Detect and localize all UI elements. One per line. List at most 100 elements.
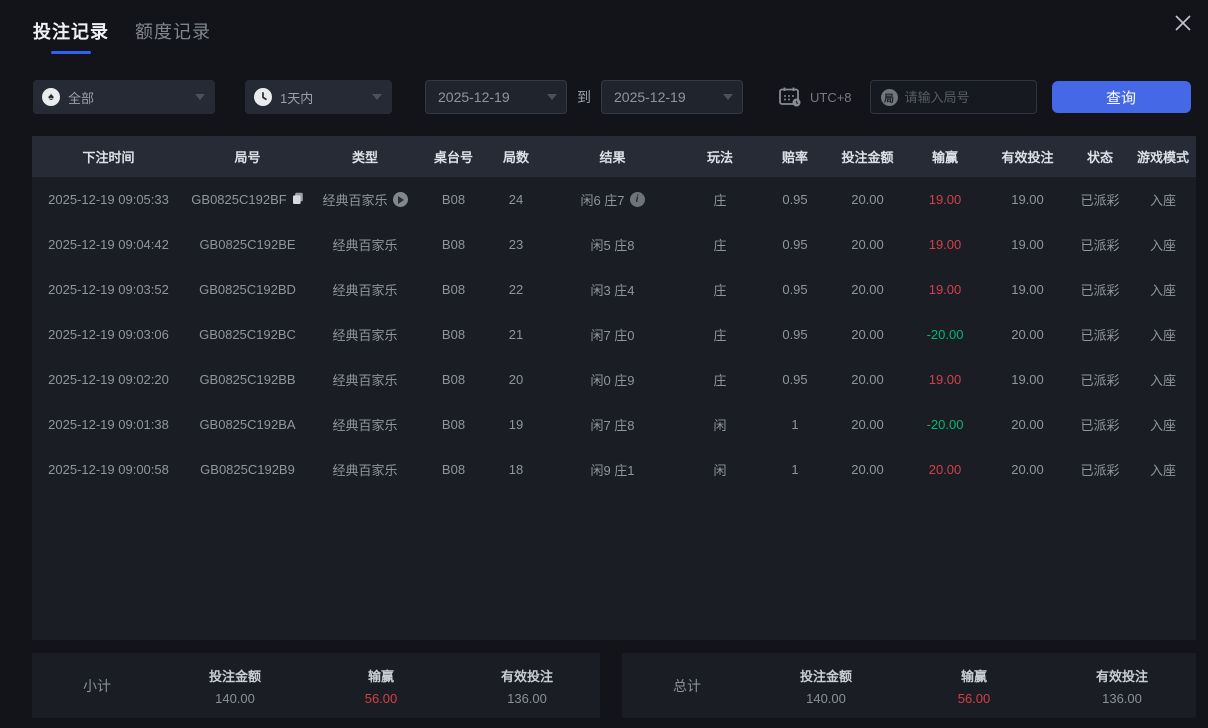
close-icon — [1175, 15, 1191, 31]
close-button[interactable] — [1168, 8, 1198, 43]
tab-bet-records[interactable]: 投注记录 — [33, 18, 109, 54]
chevron-down-icon — [723, 94, 733, 100]
time-range-value: 1天内 — [280, 90, 314, 106]
cell-win-loss: 19.00 — [928, 237, 962, 252]
cell-result: 闲7 庄8 — [545, 402, 680, 447]
cell-round-no: 21 — [508, 327, 524, 342]
round-id-text: GB0825C192BE — [199, 237, 296, 252]
date-from-select[interactable]: 2025-12-19 — [425, 80, 567, 114]
info-icon[interactable]: i — [629, 192, 645, 207]
game-type-text: 经典百家乐 — [332, 238, 398, 253]
column-header: 有效投注 — [1001, 150, 1054, 165]
cell-round-id: GB0825C192BF — [185, 177, 310, 222]
column-header: 输赢 — [931, 150, 958, 165]
cell-valid-bet: 20.00 — [1011, 462, 1044, 477]
cell-valid-bet: 19.00 — [1011, 372, 1044, 387]
cell-win-loss: -20.00 — [926, 327, 964, 342]
game-type-text: 经典百家乐 — [332, 418, 398, 433]
cell-valid-bet: 19.00 — [1011, 192, 1044, 207]
game-type-text: 经典百家乐 — [332, 283, 398, 298]
cell-status: 已派彩 — [1080, 463, 1120, 478]
column-header: 状态 — [1086, 150, 1113, 165]
game-type-text: 经典百家乐 — [322, 193, 388, 208]
stat-value: 56.00 — [957, 690, 991, 706]
stat-label: 输赢 — [367, 668, 394, 684]
stat-label: 投注金额 — [208, 668, 261, 684]
table-row: 2025-12-19 09:03:52 GB0825C192BD 经典百家乐 B… — [32, 267, 1196, 312]
column-header: 游戏模式 — [1136, 150, 1189, 165]
stat-label: 投注金额 — [799, 668, 852, 684]
table-header-row: 下注时间 局号 类型 桌台号 局数 结果 玩法 赔率 投注金额 输赢 有效投注 状态 游戏模式 — [32, 136, 1196, 177]
result-text: 闲6 庄7 — [580, 193, 625, 208]
cell-round-no: 20 — [508, 372, 524, 387]
spade-icon: ♠ — [42, 88, 60, 106]
cell-status: 已派彩 — [1080, 238, 1120, 253]
cell-play: 庄 — [713, 328, 727, 343]
table-row: 2025-12-19 09:04:42 GB0825C192BE 经典百家乐 B… — [32, 222, 1196, 267]
column-header: 局数 — [502, 150, 529, 165]
timezone-indicator[interactable]: UTC+8 — [779, 87, 852, 107]
game-type-dropdown[interactable]: ♠ 全部 — [33, 80, 215, 114]
cell-result: 闲6 庄7 i — [545, 177, 680, 222]
cell-game-type: 经典百家乐 — [310, 312, 420, 357]
clock-icon — [254, 88, 272, 106]
summary-bar: 小计 投注金额 140.00 输赢 56.00 有效投注 136.00 总计 投… — [32, 653, 1208, 718]
cell-result: 闲0 庄9 — [545, 357, 680, 402]
table-row: 2025-12-19 09:00:58 GB0825C192B9 经典百家乐 B… — [32, 447, 1196, 492]
stat-label: 有效投注 — [1095, 668, 1148, 684]
date-range-to-label: 到 — [577, 89, 591, 105]
cell-bet-amount: 20.00 — [851, 372, 884, 387]
round-number-field[interactable]: 局 — [869, 80, 1037, 114]
chevron-down-icon — [195, 94, 205, 100]
replay-icon[interactable] — [392, 192, 408, 207]
date-to-value: 2025-12-19 — [614, 89, 686, 105]
round-number-input[interactable] — [904, 89, 1026, 105]
game-type-text: 经典百家乐 — [332, 373, 398, 388]
query-button[interactable]: 查询 — [1051, 81, 1191, 113]
cell-result: 闲5 庄8 — [545, 222, 680, 267]
subtotal-panel: 小计 投注金额 140.00 输赢 56.00 有效投注 136.00 — [32, 653, 600, 718]
calendar-clock-icon — [779, 87, 801, 107]
column-header: 结果 — [599, 150, 626, 165]
table-row: 2025-12-19 09:03:06 GB0825C192BC 经典百家乐 B… — [32, 312, 1196, 357]
cell-table-no: B08 — [441, 192, 466, 207]
round-id-text: GB0825C192BC — [199, 327, 296, 342]
column-header: 玩法 — [706, 150, 733, 165]
cell-odds: 0.95 — [782, 327, 808, 342]
stat-value: 140.00 — [215, 690, 255, 706]
column-header: 桌台号 — [433, 150, 473, 165]
cell-valid-bet: 20.00 — [1011, 417, 1044, 432]
cell-result: 闲3 庄4 — [545, 267, 680, 312]
cell-table-no: B08 — [441, 237, 466, 252]
cell-round-id: GB0825C192BC — [185, 312, 310, 357]
stat-value: 136.00 — [507, 690, 547, 706]
tab-quota-records[interactable]: 额度记录 — [135, 18, 211, 44]
time-range-dropdown[interactable]: 1天内 — [245, 80, 392, 114]
cell-win-loss: 19.00 — [928, 282, 962, 297]
cell-play: 庄 — [713, 193, 727, 208]
cell-status: 已派彩 — [1080, 193, 1120, 208]
cell-bet-time: 2025-12-19 09:01:38 — [48, 417, 169, 432]
active-tab-underline — [51, 51, 91, 54]
chevron-down-icon — [547, 94, 557, 100]
cell-play: 庄 — [713, 283, 727, 298]
date-to-select[interactable]: 2025-12-19 — [601, 80, 743, 114]
cell-odds: 0.95 — [782, 192, 808, 207]
cell-bet-amount: 20.00 — [851, 462, 884, 477]
cell-odds: 0.95 — [782, 237, 808, 252]
result-text: 闲3 庄4 — [590, 283, 635, 298]
cell-game-type: 经典百家乐 — [310, 357, 420, 402]
cell-status: 已派彩 — [1080, 328, 1120, 343]
copy-icon[interactable] — [292, 192, 304, 208]
total-win-loss: 输赢 56.00 — [900, 666, 1048, 706]
cell-win-loss: -20.00 — [926, 417, 964, 432]
cell-game-type: 经典百家乐 — [310, 447, 420, 492]
cell-game-type: 经典百家乐 — [310, 267, 420, 312]
cell-table-no: B08 — [441, 282, 466, 297]
cell-bet-time: 2025-12-19 09:03:06 — [48, 327, 169, 342]
game-type-text: 经典百家乐 — [332, 463, 398, 478]
table-row: 2025-12-19 09:05:33 GB0825C192BF 经典百家乐 B… — [32, 177, 1196, 222]
cell-win-loss: 20.00 — [928, 462, 962, 477]
subtotal-win-loss: 输赢 56.00 — [308, 666, 454, 706]
subtotal-bet-amount: 投注金额 140.00 — [162, 666, 308, 706]
